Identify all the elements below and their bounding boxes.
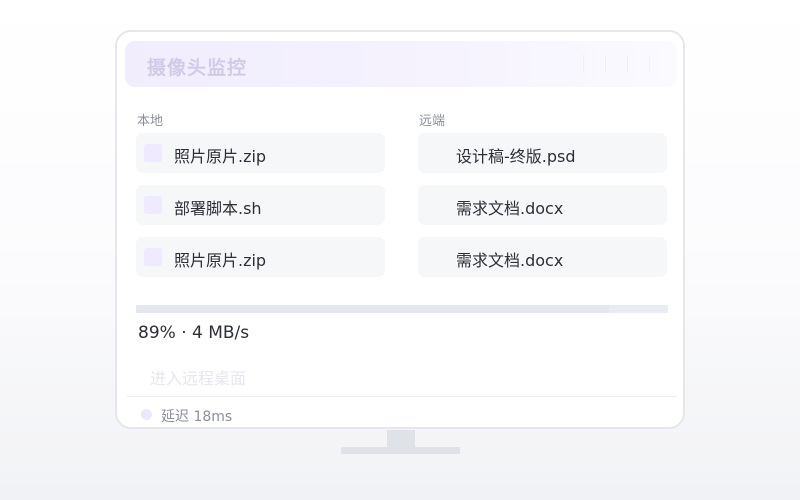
- monitor-stand-base: [341, 447, 460, 454]
- status-dot-icon: [141, 409, 152, 420]
- remote-file-item[interactable]: 设计稿-终版.psd: [418, 133, 667, 173]
- transfer-progress-bar: [136, 305, 668, 313]
- file-icon: [144, 196, 162, 214]
- local-file-item[interactable]: 照片原片.zip: [136, 237, 385, 277]
- local-column-label: 本地: [137, 114, 164, 129]
- file-name: 设计稿-终版.psd: [456, 147, 576, 166]
- title-bar: 摄像头监控: [125, 41, 677, 87]
- local-file-item[interactable]: 部署脚本.sh: [136, 185, 385, 225]
- remote-column-label: 远端: [419, 114, 446, 129]
- title-decoration: [583, 55, 663, 73]
- monitor-frame: 摄像头监控 本地 远端 照片原片.zip 部署脚本.sh 照片原片.zip 设计…: [115, 30, 685, 429]
- file-name: 照片原片.zip: [174, 147, 267, 166]
- remote-file-item[interactable]: 需求文档.docx: [418, 237, 667, 277]
- app-title: 摄像头监控: [147, 57, 248, 79]
- monitor-stand-neck: [387, 430, 415, 448]
- enter-remote-desktop-button[interactable]: 进入远程桌面: [150, 365, 246, 389]
- transfer-stats: 89% · 4 MB/s: [138, 323, 250, 343]
- local-file-item[interactable]: 照片原片.zip: [136, 133, 385, 173]
- file-name: 部署脚本.sh: [174, 199, 262, 218]
- status-divider: [127, 396, 677, 397]
- latency-status: 延迟 18ms: [161, 409, 233, 425]
- remote-file-item[interactable]: 需求文档.docx: [418, 185, 667, 225]
- file-name: 需求文档.docx: [456, 199, 564, 218]
- file-icon: [144, 144, 162, 162]
- file-icon: [144, 248, 162, 266]
- file-name: 需求文档.docx: [456, 251, 564, 270]
- file-name: 照片原片.zip: [174, 251, 267, 270]
- transfer-progress-fill: [136, 305, 610, 313]
